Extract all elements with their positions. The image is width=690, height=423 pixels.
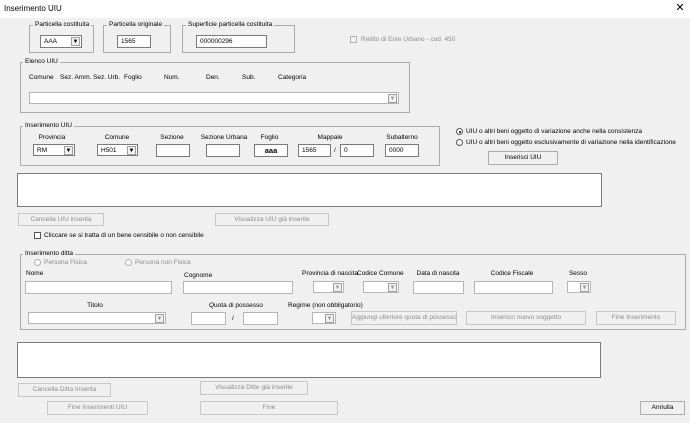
sezione-urbana-label: Sezione Urbana bbox=[200, 134, 248, 141]
fine-inserimento-button[interactable]: Fine Inserimento bbox=[596, 311, 676, 325]
ditta-listbox[interactable] bbox=[17, 342, 601, 378]
bene-sensibile-checkbox[interactable] bbox=[34, 232, 41, 239]
foglio-input[interactable]: aaa bbox=[254, 144, 288, 157]
bene-sensibile-label: Cliccare se si tratta di un bene censibi… bbox=[44, 232, 204, 239]
variazione-consistenza-label: UIU o altri beni oggetto di variazione a… bbox=[466, 128, 642, 135]
provincia-value: RM bbox=[37, 147, 48, 154]
provincia-nascita-select[interactable]: ▼ bbox=[313, 281, 344, 293]
comune-label: Comune bbox=[104, 134, 130, 141]
provincia-nascita-label: Provincia di nascita bbox=[302, 270, 358, 277]
header-comune: Comune bbox=[29, 74, 54, 81]
codice-comune-label: Codice Comune bbox=[357, 270, 404, 277]
sesso-label: Sesso bbox=[568, 270, 588, 277]
sezione-urbana-input[interactable] bbox=[206, 144, 240, 157]
provincia-label: Provincia bbox=[38, 134, 66, 141]
comune-select[interactable]: H501 ▼ bbox=[97, 144, 138, 156]
nome-label: Nome bbox=[26, 270, 44, 277]
close-icon[interactable]: ✕ bbox=[672, 1, 688, 17]
fine-inserimenti-uiu-button[interactable]: Fine Inserimenti UIU bbox=[47, 401, 148, 415]
relitto-checkbox[interactable] bbox=[350, 36, 357, 43]
quota-slash: / bbox=[232, 315, 234, 322]
elenco-uiu-legend: Elenco UIU bbox=[23, 58, 60, 66]
header-sez-amm: Sez. Amm. bbox=[60, 74, 92, 81]
superficie-legend: Superficie particella costituita bbox=[186, 21, 275, 29]
header-den: Den. bbox=[206, 74, 220, 81]
mappale-slash: / bbox=[334, 147, 336, 154]
window-title: Inserimento UIU bbox=[4, 4, 62, 13]
inserisci-soggetto-button[interactable]: Inserisci nuovo soggetto bbox=[466, 311, 586, 325]
chevron-down-icon: ▼ bbox=[388, 94, 397, 103]
cognome-input[interactable] bbox=[183, 281, 293, 294]
chevron-down-icon: ▼ bbox=[155, 314, 164, 323]
comune-value: H501 bbox=[101, 147, 117, 154]
sesso-select[interactable]: ▼ bbox=[567, 281, 591, 293]
mappale-input[interactable]: 1565 bbox=[298, 144, 331, 157]
codice-fiscale-label: Codice Fiscale bbox=[490, 270, 534, 277]
chevron-down-icon: ▼ bbox=[127, 146, 136, 155]
elenco-uiu-select[interactable]: ▼ bbox=[29, 92, 399, 104]
superficie-input[interactable]: 000000296 bbox=[196, 35, 267, 48]
particella-costituita-value: AAA bbox=[44, 38, 58, 45]
uiu-listbox[interactable] bbox=[17, 173, 602, 207]
sezione-label: Sezione bbox=[160, 134, 184, 141]
variazione-identificazione-label: UIU o altri beni oggetto esclusivamente … bbox=[466, 139, 676, 146]
persona-fisica-radio[interactable] bbox=[34, 259, 41, 266]
header-sez-urb: Sez. Urb. bbox=[93, 74, 121, 81]
persona-non-fisica-label: Persona non Fisica bbox=[135, 259, 191, 266]
chevron-down-icon: ▼ bbox=[71, 37, 80, 46]
header-sub: Sub. bbox=[242, 74, 256, 81]
subalterno-input[interactable]: 0000 bbox=[385, 144, 419, 157]
inserisci-uiu-button[interactable]: Inserisci UIU bbox=[488, 151, 558, 165]
header-foglio: Foglio bbox=[124, 74, 142, 81]
persona-non-fisica-radio[interactable] bbox=[125, 259, 132, 266]
chevron-down-icon: ▼ bbox=[388, 283, 397, 292]
inserimento-uiu-legend: Inserimento UIU bbox=[23, 122, 74, 130]
title-bar bbox=[0, 0, 690, 18]
chevron-down-icon: ▼ bbox=[333, 283, 342, 292]
elenco-uiu-frame bbox=[20, 62, 410, 113]
visualizza-ditte-button[interactable]: Visualizza Ditte già inserite bbox=[200, 381, 308, 395]
cancella-ditta-button[interactable]: Cancella Ditta Inserita bbox=[18, 383, 111, 397]
codice-fiscale-input[interactable] bbox=[474, 281, 553, 294]
quota-label: Quota di possesso bbox=[209, 302, 263, 309]
sezione-input[interactable] bbox=[156, 144, 190, 157]
particella-costituita-legend: Particella costituita bbox=[33, 21, 92, 29]
mappale-denominatore-input[interactable]: 0 bbox=[340, 144, 374, 157]
foglio-label: Foglio bbox=[260, 134, 279, 141]
aggiungi-quota-button[interactable]: Aggiungi ulteriore quota di possesso bbox=[351, 311, 457, 325]
chevron-down-icon: ▼ bbox=[580, 283, 589, 292]
codice-comune-select[interactable]: ▼ bbox=[363, 281, 399, 293]
relitto-label: Relitto di Ente Urbano - cod. 450 bbox=[361, 36, 456, 43]
data-nascita-label: Data di nascita bbox=[416, 270, 460, 277]
header-categoria: Categoria bbox=[278, 74, 307, 81]
persona-fisica-label: Persona Fisica bbox=[44, 259, 87, 266]
data-nascita-input[interactable] bbox=[413, 281, 464, 294]
variazione-consistenza-radio[interactable] bbox=[456, 128, 463, 135]
provincia-select[interactable]: RM ▼ bbox=[33, 144, 75, 156]
cancella-uiu-button[interactable]: Cancella UIU inserita bbox=[18, 213, 104, 226]
variazione-identificazione-radio[interactable] bbox=[456, 139, 463, 146]
cognome-label: Cognome bbox=[184, 272, 213, 279]
nome-input[interactable] bbox=[25, 281, 172, 294]
mappale-label: Mappale bbox=[317, 134, 343, 141]
chevron-down-icon: ▼ bbox=[325, 314, 334, 323]
regime-label: Regime (non obbligatorio) bbox=[288, 302, 363, 309]
header-num: Num. bbox=[164, 74, 180, 81]
titolo-select[interactable]: ▼ bbox=[28, 312, 166, 324]
regime-select[interactable]: ▼ bbox=[312, 312, 336, 324]
fine-button[interactable]: Fine bbox=[200, 401, 338, 415]
particella-originale-legend: Particella originale bbox=[107, 21, 165, 29]
particella-originale-input[interactable]: 1565 bbox=[117, 35, 151, 48]
quota-denominatore-input[interactable] bbox=[243, 312, 278, 325]
visualizza-uiu-button[interactable]: Visualizza UIU già inserite bbox=[215, 213, 329, 226]
annulla-button[interactable]: Annulla bbox=[640, 401, 685, 415]
inserimento-ditta-legend: Inserimento ditta bbox=[23, 250, 76, 258]
chevron-down-icon: ▼ bbox=[64, 146, 73, 155]
titolo-label: Titolo bbox=[87, 302, 103, 309]
quota-numeratore-input[interactable] bbox=[191, 312, 226, 325]
subalterno-label: Subalterno bbox=[386, 134, 418, 141]
particella-costituita-select[interactable]: AAA ▼ bbox=[40, 35, 82, 48]
